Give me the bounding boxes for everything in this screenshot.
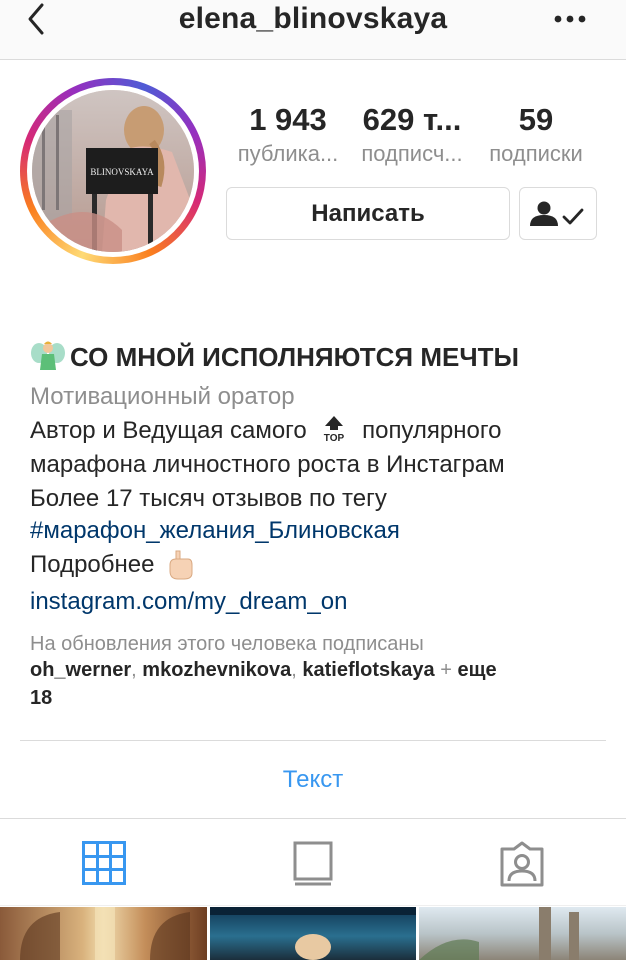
text-link[interactable]: Текст: [0, 764, 626, 796]
divider: [0, 905, 626, 906]
followed-by-names[interactable]: oh_werner, mkozhevnikova, katieflotskaya…: [30, 656, 605, 712]
bio-more: Подробнее: [30, 548, 610, 582]
stat-followers[interactable]: 629 т... подписч...: [350, 100, 474, 168]
stat-following-value: 59: [518, 102, 554, 137]
follower-name[interactable]: oh_werner: [30, 659, 131, 681]
stat-following-label: подписки: [489, 141, 583, 166]
divider: [20, 740, 606, 741]
profile-username-title: elena_blinovskaya: [178, 2, 448, 35]
post-image: [210, 907, 416, 960]
stat-posts[interactable]: 1 943 публика...: [226, 100, 350, 168]
stat-following[interactable]: 59 подписки: [476, 100, 596, 168]
tagged-icon[interactable]: [498, 841, 546, 887]
bio-name: СО МНОЙ ИСПОЛНЯЮТСЯ МЕЧТЫ: [30, 340, 610, 374]
person-check-icon: [530, 201, 584, 226]
top-bar: elena_blinovskaya: [0, 0, 626, 60]
avatar[interactable]: BLINOVSKAYA: [32, 90, 194, 252]
bio-line: марафона личностного роста в Инстаграм: [30, 451, 505, 478]
divider: [0, 818, 626, 819]
followed-by-intro: На обновления этого человека подписаны: [30, 633, 424, 655]
svg-text:BLINOVSKAYA: BLINOVSKAYA: [90, 167, 154, 177]
pointing-down-emoji: [169, 550, 193, 580]
avatar-photo: BLINOVSKAYA: [32, 90, 194, 252]
bio-name-text: СО МНОЙ ИСПОЛНЯЮТСЯ МЕЧТЫ: [70, 342, 519, 372]
post-thumbnail[interactable]: [0, 907, 207, 960]
stat-followers-label: подписч...: [361, 141, 463, 166]
top-arrow-emoji: TOP: [324, 416, 345, 444]
story-ring[interactable]: BLINOVSKAYA: [20, 78, 206, 264]
bio-more-text: Подробнее: [30, 551, 155, 578]
following-button[interactable]: [519, 187, 597, 240]
stat-posts-label: публика...: [237, 141, 339, 166]
bio-line: Более 17 тысяч отзывов по тегу: [30, 485, 387, 512]
feed-icon[interactable]: [292, 841, 334, 887]
bio-hashtag-link[interactable]: #марафон_желания_Блиновская: [30, 514, 610, 548]
post-thumbnail[interactable]: [210, 907, 416, 960]
followed-by-more[interactable]: еще: [457, 659, 496, 681]
post-image: [419, 907, 579, 960]
bio-line-text: популярного: [362, 417, 502, 444]
ellipsis-icon[interactable]: [554, 15, 586, 23]
follower-name[interactable]: mkozhevnikova: [142, 659, 291, 681]
followed-by-plus: +: [440, 659, 452, 681]
message-button[interactable]: Написать: [226, 187, 510, 240]
grid-icon[interactable]: [82, 841, 126, 885]
fairy-emoji: [31, 341, 65, 370]
svg-text:TOP: TOP: [324, 433, 345, 442]
bio-category: Мотивационный оратор: [30, 383, 295, 410]
stat-posts-value: 1 943: [249, 102, 327, 137]
bio-website-link[interactable]: instagram.com/my_dream_on: [30, 585, 610, 619]
post-image: [20, 907, 190, 960]
bio-line-text: Автор и Ведущая самого: [30, 417, 307, 444]
bio-line: Автор и Ведущая самого TOP популярного: [30, 414, 610, 448]
followed-by-count[interactable]: 18: [30, 687, 52, 709]
follower-name[interactable]: katieflotskaya: [302, 659, 434, 681]
stat-followers-value: 629 т...: [362, 102, 462, 137]
post-thumbnail[interactable]: [419, 907, 626, 960]
